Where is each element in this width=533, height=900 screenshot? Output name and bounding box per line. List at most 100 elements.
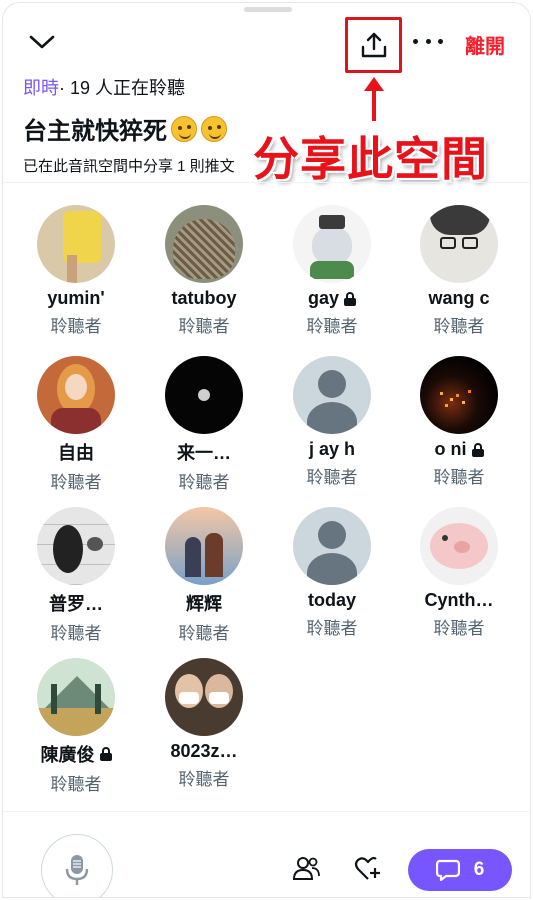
- replies-count: 6: [473, 859, 485, 880]
- avatar[interactable]: [293, 507, 371, 585]
- avatar[interactable]: [293, 356, 371, 434]
- listener-name: gay: [307, 288, 340, 308]
- avatar[interactable]: [37, 507, 115, 585]
- listener-role: 聆聽者: [50, 775, 102, 794]
- listener-name-row: 陳廣俊: [13, 741, 139, 767]
- listener-role: 聆聽者: [50, 473, 102, 492]
- listener-role: 聆聽者: [306, 468, 358, 487]
- listener-name-row: 自由: [13, 439, 139, 465]
- listener-name: 自由: [58, 443, 94, 463]
- listener-name-row: 辉辉: [141, 590, 267, 616]
- listener-name: j ay h: [308, 439, 356, 459]
- listener-name: yumin': [47, 288, 105, 308]
- listener-name-row: o ni: [396, 439, 522, 460]
- microphone-button[interactable]: [41, 834, 113, 897]
- shared-tweets-text[interactable]: 已在此音訊空間中分享 1 則推文: [23, 155, 283, 176]
- listener-name-row: tatuboy: [141, 288, 267, 309]
- space-sheet: 離開 即時· 19 人正在聆聽 台主就快猝死 已在此音訊空間中分享 1 則推文 …: [2, 2, 531, 898]
- listener-name-row: 普罗…: [13, 590, 139, 616]
- listener-role: 聆聽者: [178, 473, 230, 492]
- listener-card[interactable]: yumin' 聆聽者: [13, 205, 139, 345]
- dot: [425, 38, 431, 44]
- share-upload-icon: [361, 32, 386, 58]
- dot: [438, 38, 443, 44]
- listener-count-text: · 19 人正在聆聽: [59, 78, 186, 98]
- listener-name: o ni: [434, 439, 467, 459]
- listener-name-row: j ay h: [269, 439, 395, 460]
- listener-card[interactable]: 8023z… 聆聽者: [141, 658, 267, 798]
- more-options-button[interactable]: [413, 31, 443, 51]
- listener-name: wang c: [428, 288, 490, 308]
- annotation-arrow-icon: [364, 77, 384, 121]
- listener-card[interactable]: j ay h 聆聽者: [269, 356, 395, 496]
- listener-name: today: [307, 590, 356, 610]
- listener-role: 聆聽者: [306, 619, 358, 638]
- listener-name-row: 8023z…: [141, 741, 267, 762]
- listener-card[interactable]: 来一… 聆聽者: [141, 356, 267, 496]
- listener-name-row: Cynth…: [396, 590, 522, 611]
- avatar[interactable]: [37, 205, 115, 283]
- listener-role: 聆聽者: [50, 624, 102, 643]
- listener-role: 聆聽者: [433, 317, 485, 336]
- listener-role: 聆聽者: [178, 770, 230, 789]
- annotation-label: 分享此空間: [253, 133, 488, 185]
- listener-card[interactable]: o ni 聆聽者: [396, 356, 522, 496]
- live-status: 即時· 19 人正在聆聽: [23, 74, 185, 100]
- space-title-text: 台主就快猝死: [23, 118, 167, 145]
- listener-name-row: yumin': [13, 288, 139, 309]
- lock-icon: [344, 291, 357, 306]
- live-label: 即時: [23, 78, 59, 98]
- leave-button[interactable]: 離開: [465, 30, 505, 59]
- people-icon[interactable]: [292, 855, 320, 881]
- dot: [413, 38, 418, 44]
- listener-name-row: wang c: [396, 288, 522, 309]
- lock-icon: [471, 442, 484, 457]
- listener-role: 聆聽者: [50, 317, 102, 336]
- chevron-down-icon[interactable]: [27, 29, 57, 55]
- woozy-face-emoji-icon: [171, 115, 197, 142]
- sheet-grabber[interactable]: [244, 7, 292, 12]
- divider: [3, 182, 530, 183]
- listener-card[interactable]: 辉辉 聆聽者: [141, 507, 267, 647]
- listener-card[interactable]: Cynth… 聆聽者: [396, 507, 522, 647]
- listener-name: 普罗…: [49, 594, 103, 614]
- listener-card[interactable]: wang c 聆聽者: [396, 205, 522, 345]
- listener-role: 聆聽者: [178, 317, 230, 336]
- avatar[interactable]: [37, 658, 115, 736]
- replies-button[interactable]: 6: [408, 849, 512, 891]
- listener-name-row: gay: [269, 288, 395, 309]
- avatar[interactable]: [37, 356, 115, 434]
- avatar[interactable]: [420, 507, 498, 585]
- listener-card[interactable]: gay 聆聽者: [269, 205, 395, 345]
- lock-icon: [99, 747, 112, 761]
- listener-card[interactable]: 自由 聆聽者: [13, 356, 139, 496]
- heart-plus-icon[interactable]: [354, 856, 382, 882]
- avatar[interactable]: [165, 356, 243, 434]
- listener-card[interactable]: tatuboy 聆聽者: [141, 205, 267, 345]
- avatar[interactable]: [165, 507, 243, 585]
- listener-role: 聆聽者: [433, 619, 485, 638]
- listener-card[interactable]: 陳廣俊聆聽者: [13, 658, 139, 798]
- listener-role: 聆聽者: [178, 624, 230, 643]
- avatar[interactable]: [165, 658, 243, 736]
- listener-name: 辉辉: [186, 594, 222, 614]
- chat-bubble-icon: [435, 859, 460, 881]
- avatar[interactable]: [420, 205, 498, 283]
- listener-name: 来一…: [177, 443, 231, 463]
- avatar[interactable]: [420, 356, 498, 434]
- microphone-icon: [65, 855, 89, 885]
- listener-name: 陳廣俊: [40, 745, 95, 765]
- listener-name: tatuboy: [171, 288, 237, 308]
- listener-name: 8023z…: [170, 741, 238, 761]
- listener-role: 聆聽者: [306, 317, 358, 336]
- listener-card[interactable]: today 聆聽者: [269, 507, 395, 647]
- listener-role: 聆聽者: [433, 468, 485, 487]
- listener-card[interactable]: 普罗… 聆聽者: [13, 507, 139, 647]
- avatar[interactable]: [293, 205, 371, 283]
- listener-name: Cynth…: [424, 590, 494, 610]
- avatar[interactable]: [165, 205, 243, 283]
- listener-name-row: today: [269, 590, 395, 611]
- share-space-button[interactable]: [345, 17, 402, 73]
- listener-name-row: 来一…: [141, 439, 267, 465]
- space-title: 台主就快猝死: [23, 111, 227, 146]
